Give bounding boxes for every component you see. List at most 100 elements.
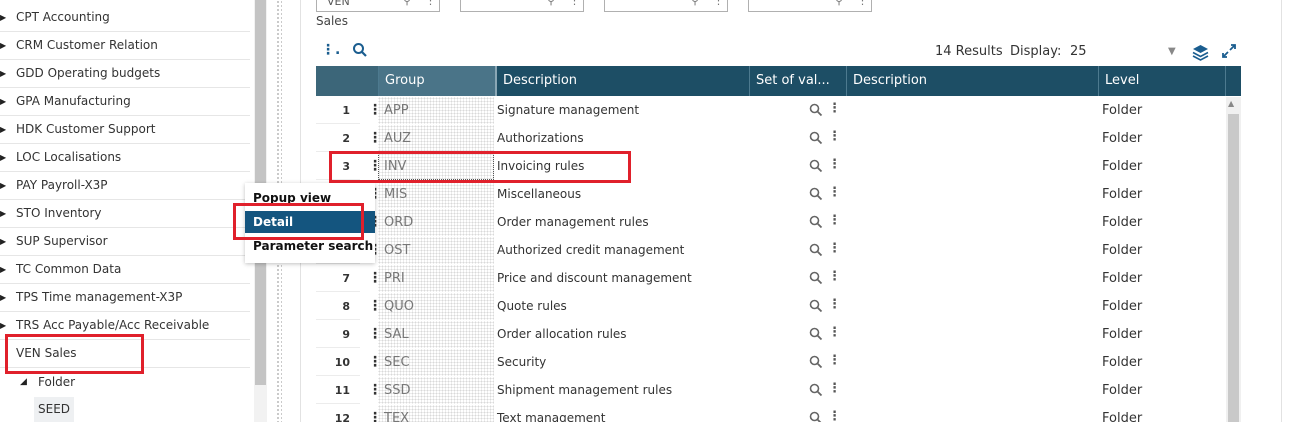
- group-code-cell[interactable]: TEX: [378, 405, 494, 422]
- search-icon[interactable]: [809, 271, 823, 285]
- more-icon[interactable]: ⋮: [828, 298, 841, 312]
- expand-icon[interactable]: [1221, 43, 1237, 59]
- tree-item-ven[interactable]: VEN Sales: [0, 340, 250, 368]
- search-icon[interactable]: ⚲: [547, 0, 555, 7]
- menu-item-detail[interactable]: Detail: [245, 211, 375, 233]
- table-row[interactable]: ⋮ OST Authorized credit management ⋮ Fol…: [316, 237, 1226, 265]
- caret-right-icon[interactable]: ▶: [0, 284, 8, 311]
- table-row[interactable]: ⋮ MIS Miscellaneous ⋮ Folder: [316, 181, 1226, 209]
- more-icon[interactable]: ⋮: [828, 214, 841, 228]
- search-icon[interactable]: [809, 299, 823, 313]
- more-icon[interactable]: ⋮: [828, 270, 841, 284]
- search-icon[interactable]: [809, 103, 823, 117]
- search-icon[interactable]: [809, 131, 823, 145]
- table-row[interactable]: 9 ⋮ SAL Order allocation rules ⋮ Folder: [316, 321, 1226, 349]
- column-header-group[interactable]: Group: [378, 66, 495, 96]
- more-icon[interactable]: ⋮: [828, 326, 841, 340]
- table-row[interactable]: 12 ⋮ TEX Text management ⋮ Folder: [316, 405, 1226, 422]
- caret-right-icon[interactable]: ▶: [0, 144, 8, 171]
- tree-item-sup[interactable]: ▶ SUP Supervisor: [0, 228, 250, 256]
- tree-item-loc[interactable]: ▶ LOC Localisations: [0, 144, 250, 172]
- search-icon[interactable]: ⚲: [835, 0, 843, 7]
- table-row[interactable]: 3 ⋮ INV Invoicing rules ⋮ Folder: [316, 153, 1226, 181]
- caret-right-icon[interactable]: ▶: [0, 200, 8, 227]
- tree-item-gpa[interactable]: ▶ GPA Manufacturing: [0, 88, 250, 116]
- table-row[interactable]: 10 ⋮ SEC Security ⋮ Folder: [316, 349, 1226, 377]
- search-icon[interactable]: [809, 411, 823, 422]
- search-icon[interactable]: [352, 42, 368, 58]
- group-code-cell[interactable]: QUO: [378, 293, 494, 320]
- tree-item-gdd[interactable]: ▶ GDD Operating budgets: [0, 60, 250, 88]
- more-icon[interactable]: ⋮: [857, 0, 868, 7]
- search-icon[interactable]: [809, 187, 823, 201]
- tree-item-tc[interactable]: ▶ TC Common Data: [0, 256, 250, 284]
- display-select[interactable]: 25: [1070, 44, 1087, 59]
- tree-item-tps[interactable]: ▶ TPS Time management-X3P: [0, 284, 250, 312]
- filter-field-4[interactable]: ⚲ ⋮: [748, 0, 872, 12]
- tree-item-pay[interactable]: ▶ PAY Payroll-X3P: [0, 172, 250, 200]
- menu-item-parameter-search[interactable]: Parameter search: [245, 235, 375, 257]
- more-icon[interactable]: ⋮: [828, 186, 841, 200]
- scroll-up-icon[interactable]: ▲: [1228, 99, 1234, 108]
- search-icon[interactable]: [809, 159, 823, 173]
- filter-field-1[interactable]: VEN ⚲ ⋮: [316, 0, 440, 12]
- table-row[interactable]: 8 ⋮ QUO Quote rules ⋮ Folder: [316, 293, 1226, 321]
- search-icon[interactable]: ⚲: [691, 0, 699, 7]
- filter-field-3[interactable]: ⚲ ⋮: [604, 0, 728, 12]
- caret-right-icon[interactable]: ▶: [0, 60, 8, 87]
- more-icon[interactable]: ⋮: [828, 242, 841, 256]
- caret-right-icon[interactable]: ▶: [0, 228, 8, 255]
- group-code-cell[interactable]: APP: [378, 97, 494, 124]
- menu-item-popup-view[interactable]: Popup view: [245, 187, 375, 209]
- tree-item-hdk[interactable]: ▶ HDK Customer Support: [0, 116, 250, 144]
- more-icon[interactable]: ⋮: [713, 0, 724, 7]
- caret-right-icon[interactable]: ▶: [0, 312, 8, 339]
- group-code-cell[interactable]: OST: [378, 237, 494, 264]
- column-header-description-2[interactable]: Description: [846, 66, 1098, 96]
- table-row[interactable]: 1 ⋮ APP Signature management ⋮ Folder: [316, 97, 1226, 125]
- column-header-set-of-values[interactable]: Set of val...: [749, 66, 846, 96]
- caret-right-icon[interactable]: ▶: [0, 116, 8, 143]
- table-row[interactable]: 2 ⋮ AUZ Authorizations ⋮ Folder: [316, 125, 1226, 153]
- tree-item-seed[interactable]: SEED: [34, 397, 74, 422]
- group-code-cell[interactable]: PRI: [378, 265, 494, 292]
- more-icon[interactable]: ⋮: [828, 354, 841, 368]
- more-icon[interactable]: ⋮: [828, 410, 841, 422]
- more-icon[interactable]: ⋮: [569, 0, 580, 7]
- tree-item-sto[interactable]: ▶ STO Inventory: [0, 200, 250, 228]
- table-row[interactable]: 11 ⋮ SSD Shipment management rules ⋮ Fol…: [316, 377, 1226, 405]
- more-icon[interactable]: ⋮: [828, 382, 841, 396]
- grid-menu-icon[interactable]: ⋮.: [321, 42, 340, 58]
- group-code-cell[interactable]: AUZ: [378, 125, 494, 152]
- search-icon[interactable]: [809, 215, 823, 229]
- group-code-cell[interactable]: SAL: [378, 321, 494, 348]
- tree-item-crm[interactable]: ▶ CRM Customer Relation: [0, 32, 250, 60]
- caret-right-icon[interactable]: ▶: [0, 4, 8, 31]
- filter-field-2[interactable]: ⚲ ⋮: [460, 0, 584, 12]
- more-icon[interactable]: ⋮: [828, 102, 841, 116]
- caret-right-icon[interactable]: ▶: [0, 256, 8, 283]
- more-icon[interactable]: ⋮: [425, 0, 436, 7]
- table-row[interactable]: ⋮ ORD Order management rules ⋮ Folder: [316, 209, 1226, 237]
- group-code-cell[interactable]: MIS: [378, 181, 494, 208]
- caret-right-icon[interactable]: ▶: [0, 172, 8, 199]
- column-header-description[interactable]: Description: [495, 66, 749, 96]
- caret-right-icon[interactable]: ▶: [0, 32, 8, 59]
- column-header-level[interactable]: Level: [1098, 66, 1225, 96]
- tree-item-folder[interactable]: ◢ Folder: [0, 370, 250, 394]
- more-icon[interactable]: ⋮: [828, 130, 841, 144]
- group-code-cell[interactable]: SEC: [378, 349, 494, 376]
- grid-scrollbar-thumb[interactable]: [1228, 114, 1239, 422]
- search-icon[interactable]: [809, 383, 823, 397]
- search-icon[interactable]: [809, 243, 823, 257]
- tree-item-trs[interactable]: ▶ TRS Acc Payable/Acc Receivable: [0, 312, 250, 340]
- group-code-cell[interactable]: SSD: [378, 377, 494, 404]
- table-row[interactable]: 7 ⋮ PRI Price and discount management ⋮ …: [316, 265, 1226, 293]
- caret-down-icon[interactable]: ◢: [20, 370, 27, 394]
- dropdown-arrow-icon[interactable]: ▼: [1168, 46, 1176, 57]
- search-icon[interactable]: [809, 355, 823, 369]
- search-icon[interactable]: ⚲: [403, 0, 411, 7]
- group-code-cell[interactable]: INV: [378, 153, 494, 180]
- tree-item-cpt[interactable]: ▶ CPT Accounting: [0, 4, 250, 32]
- caret-right-icon[interactable]: ▶: [0, 88, 8, 115]
